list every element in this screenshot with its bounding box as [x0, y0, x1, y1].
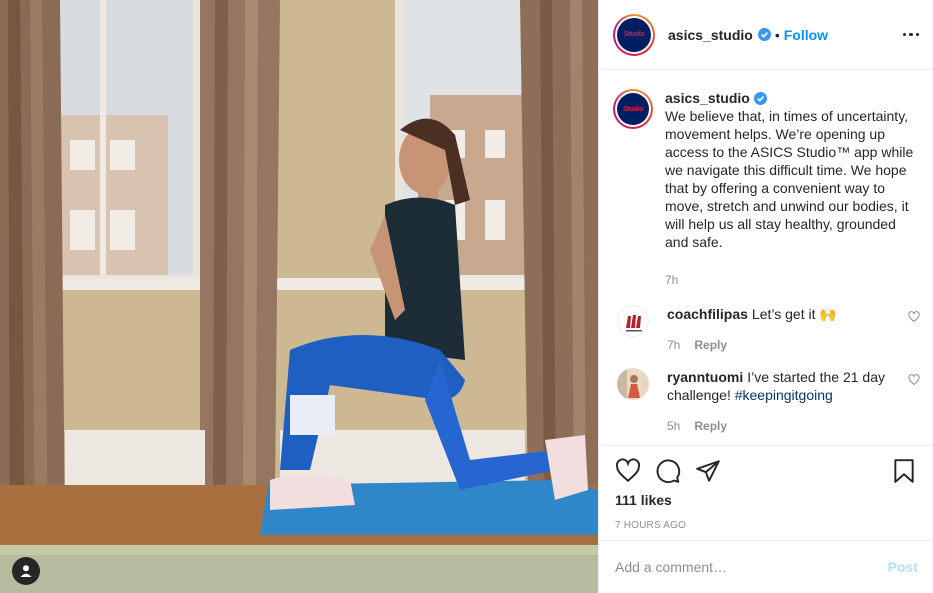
post-photo-illustration [0, 0, 598, 593]
comment-like-icon[interactable] [908, 311, 920, 323]
heart-icon[interactable] [615, 458, 641, 484]
commenter-avatar[interactable] [617, 305, 649, 337]
commenter-avatar[interactable] [617, 368, 649, 400]
caption-body: asics_studio We believe that, in times o… [665, 89, 920, 289]
likes-count[interactable]: 111 likes [615, 492, 918, 508]
comment-time[interactable]: 5h [667, 417, 680, 435]
caption-avatar[interactable]: Studio [613, 89, 653, 129]
hashtag-link[interactable]: #keepingitgoing [735, 387, 833, 403]
comment-body: ryanntuomi I’ve started the 21 day challe… [667, 368, 907, 435]
post-side-panel: Studio asics_studio • Follow Studio asic… [598, 0, 933, 593]
comment-username[interactable]: ryanntuomi [667, 369, 743, 385]
verified-icon [753, 92, 767, 105]
comment-item: ryanntuomi I’ve started the 21 day challe… [613, 368, 920, 435]
comment-text: Let’s get it 🙌 [751, 306, 837, 322]
reply-button[interactable]: Reply [694, 417, 727, 435]
caption-meta: 7h [665, 271, 920, 289]
post-actions: 111 likes 7 HOURS AGO [599, 445, 933, 531]
comment-body: coachfilipas Let’s get it 🙌 7h Reply [667, 305, 907, 354]
share-icon[interactable] [695, 458, 721, 484]
comment-meta: 7h Reply [667, 336, 907, 354]
user-tag-icon [20, 565, 32, 577]
ryanntuomi-avatar-photo [617, 368, 649, 400]
asics-logo: Studio [617, 17, 651, 52]
post-time-ago[interactable]: 7 HOURS AGO [615, 520, 918, 531]
comment-icon[interactable] [655, 458, 681, 484]
comment-input[interactable] [615, 559, 888, 575]
verified-icon [757, 28, 771, 41]
comment-meta: 5h Reply [667, 417, 907, 435]
caption-avatar-inner: Studio [615, 91, 651, 127]
avatar-inner: Studio [615, 15, 653, 54]
profile-avatar[interactable]: Studio [613, 13, 655, 56]
caption-time[interactable]: 7h [665, 271, 678, 289]
comment-time[interactable]: 7h [667, 336, 680, 354]
post-header: Studio asics_studio • Follow [599, 0, 933, 70]
bookmark-icon[interactable] [892, 458, 918, 484]
action-icons-row [615, 446, 918, 496]
caption-text: We believe that, in times of uncertainty… [665, 108, 914, 250]
add-comment-bar: Post [599, 540, 933, 593]
header-username[interactable]: asics_studio [668, 27, 753, 43]
asics-logo: Studio [617, 93, 649, 125]
comment-like-icon[interactable] [908, 374, 920, 386]
separator-dot: • [774, 26, 780, 43]
more-options-icon[interactable] [902, 32, 919, 37]
caption-username[interactable]: asics_studio [665, 90, 750, 106]
follow-button[interactable]: Follow [784, 27, 828, 43]
comment-username[interactable]: coachfilipas [667, 306, 748, 322]
comment-item: coachfilipas Let’s get it 🙌 7h Reply [613, 305, 920, 354]
post-image[interactable] [0, 0, 598, 593]
reply-button[interactable]: Reply [694, 336, 727, 354]
user-tag-button[interactable] [12, 557, 40, 585]
caption: Studio asics_studio We believe that, in … [613, 89, 920, 289]
post-comment-button[interactable]: Post [888, 559, 918, 575]
comments-list[interactable]: Studio asics_studio We believe that, in … [599, 71, 933, 445]
coachfilipas-logo-icon [626, 315, 642, 332]
